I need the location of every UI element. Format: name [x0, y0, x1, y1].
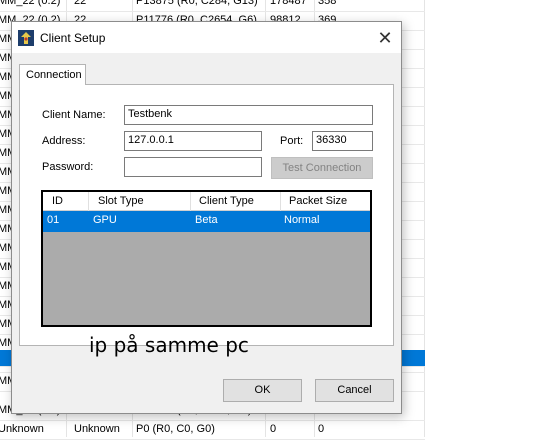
- client-name-field[interactable]: Testbenk: [124, 105, 373, 125]
- tab-connection[interactable]: Connection: [19, 64, 86, 85]
- header-id[interactable]: ID: [52, 195, 63, 207]
- tab-connection-label: Connection: [26, 69, 82, 81]
- slots-table: ID Slot Type Client Type Packet Size 01 …: [41, 190, 372, 327]
- table-cell: P0 (R0, C0, G0): [136, 423, 215, 435]
- header-slot-type[interactable]: Slot Type: [98, 195, 144, 207]
- slots-table-header: ID Slot Type Client Type Packet Size: [43, 192, 370, 211]
- title-bar[interactable]: Client Setup ✕: [12, 22, 401, 53]
- table-row[interactable]: Unknown Unknown P0 (R0, C0, G0) 0 0: [0, 421, 425, 440]
- header-divider: [280, 192, 281, 211]
- close-icon[interactable]: ✕: [373, 26, 397, 50]
- table-cell: Unknown: [0, 423, 44, 435]
- table-cell: 178487: [270, 0, 307, 7]
- cancel-button[interactable]: Cancel: [315, 379, 394, 402]
- address-label: Address:: [42, 135, 86, 147]
- table-cell: P13875 (R0, C284, G13): [136, 0, 258, 7]
- table-cell: Unknown: [74, 423, 120, 435]
- cell-id: 01: [47, 214, 60, 226]
- test-connection-button[interactable]: Test Connection: [271, 157, 373, 179]
- ok-button[interactable]: OK: [223, 379, 302, 402]
- port-field[interactable]: 36330: [312, 131, 373, 151]
- client-name-label: Client Name:: [42, 109, 106, 121]
- cell-client-type: Beta: [195, 214, 218, 226]
- header-divider: [88, 192, 89, 211]
- folding-app-icon: [18, 30, 34, 46]
- header-packet-size[interactable]: Packet Size: [289, 195, 347, 207]
- table-cell: 0: [318, 423, 325, 435]
- client-setup-dialog: Client Setup ✕ Connection Client Name: T…: [11, 21, 402, 414]
- header-client-type[interactable]: Client Type: [199, 195, 254, 207]
- table-row[interactable]: MM_22 (0.2) 22 P13875 (R0, C284, G13) 17848…: [0, 0, 425, 12]
- table-cell: 22: [74, 0, 87, 7]
- table-cell: MM_22 (0.2): [0, 0, 61, 7]
- dialog-title: Client Setup: [40, 31, 106, 45]
- table-cell: 0: [270, 423, 277, 435]
- table-cell: 358: [318, 0, 337, 7]
- password-label: Password:: [42, 161, 94, 173]
- address-field[interactable]: 127.0.0.1: [124, 131, 262, 151]
- table-row[interactable]: 01 GPU Beta Normal: [43, 211, 370, 232]
- port-label: Port:: [280, 135, 304, 147]
- header-divider: [190, 192, 191, 211]
- handwritten-annotation: ip på samme pc: [89, 333, 249, 357]
- cell-slot-type: GPU: [93, 214, 117, 226]
- cell-packet-size: Normal: [284, 214, 320, 226]
- password-field[interactable]: [124, 157, 262, 177]
